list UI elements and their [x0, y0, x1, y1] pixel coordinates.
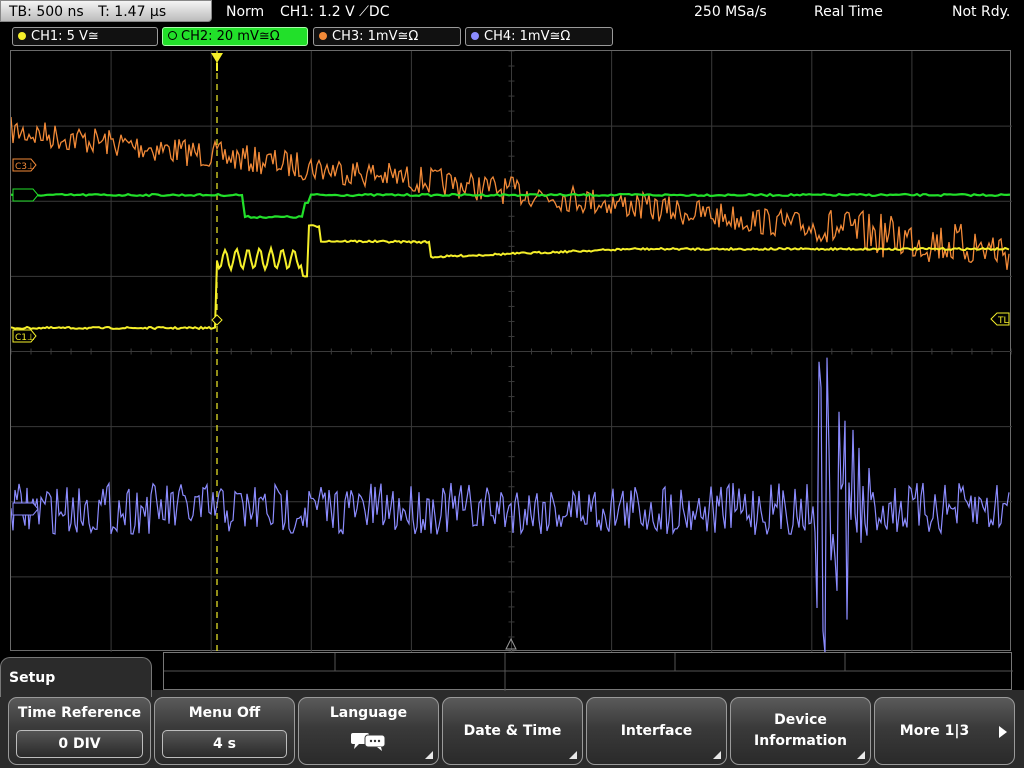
waveform-display[interactable]: C3⊥ C1⊥ TL: [10, 50, 1012, 652]
timebase-box[interactable]: TB: 500 ns T: 1.47 µs: [0, 0, 212, 22]
sample-rate: 250 MSa/s: [694, 4, 767, 20]
channel-label: CH1: 5 V≅: [31, 29, 99, 44]
time-reference-value: 0 DIV: [16, 730, 143, 758]
channel-tab-ch3[interactable]: CH3: 1mV≅Ω: [313, 27, 461, 46]
interface-button[interactable]: Interface: [586, 697, 727, 765]
menu-off-label: Menu Off: [188, 705, 261, 721]
channel-tab-ch2[interactable]: CH2: 20 mV≅Ω: [162, 27, 308, 46]
ch4-trace: [11, 357, 1010, 652]
status-bar: TB: 500 ns T: 1.47 µs Norm CH1: 1.2 V ⟋D…: [0, 0, 1024, 26]
trigger-mode[interactable]: Norm: [226, 2, 264, 22]
menu-title: Setup: [0, 657, 152, 697]
svg-text:C3⊥: C3⊥: [15, 162, 35, 172]
menu-off-value: 4 s: [162, 730, 287, 758]
channel-tab-ch1[interactable]: CH1: 5 V≅: [12, 27, 158, 46]
ch3-color-icon: [319, 32, 327, 40]
more-button[interactable]: More 1|3: [874, 697, 1015, 765]
speech-bubble-icon: [351, 733, 386, 751]
time-reference-label: Time Reference: [17, 705, 142, 721]
info-panel: [163, 652, 1013, 691]
waveform-canvas: C3⊥ C1⊥ TL: [11, 51, 1012, 652]
submenu-indicator-icon: [713, 751, 721, 759]
menu-off-button[interactable]: Menu Off 4 s: [154, 697, 295, 765]
trigger-source[interactable]: CH1: 1.2 V ⟋DC: [280, 2, 389, 22]
svg-text:TL: TL: [997, 316, 1009, 326]
date-time-label: Date & Time: [463, 723, 562, 739]
ch4-color-icon: [471, 32, 479, 40]
submenu-indicator-icon: [569, 751, 577, 759]
trigger-time-value: T: 1.47 µs: [98, 4, 167, 20]
time-reference-button[interactable]: Time Reference 0 DIV: [8, 697, 151, 765]
svg-text:C1⊥: C1⊥: [15, 333, 35, 343]
channel-label: CH3: 1mV≅Ω: [332, 29, 419, 44]
device-information-label-line2: Information: [754, 733, 847, 749]
more-label: More 1|3: [899, 723, 970, 739]
interface-label: Interface: [620, 723, 693, 739]
ch1-trace: [11, 224, 1010, 331]
ch2-color-icon: [168, 31, 177, 40]
trigger-level-marker[interactable]: TL: [990, 312, 1010, 326]
channel-label: CH2: 20 mV≅Ω: [181, 29, 280, 44]
next-page-icon: [999, 726, 1007, 738]
info-panel-divider: [164, 653, 1013, 691]
acquisition-mode[interactable]: Real Time: [814, 2, 883, 22]
timebase-value: TB: 500 ns: [9, 4, 84, 20]
ch4-reference-marker[interactable]: [12, 502, 39, 516]
date-time-button[interactable]: Date & Time: [442, 697, 583, 765]
channel-tab-ch4[interactable]: CH4: 1mV≅Ω: [465, 27, 613, 46]
language-button[interactable]: Language: [298, 697, 439, 765]
ch2-reference-marker[interactable]: [12, 188, 39, 202]
submenu-indicator-icon: [857, 751, 865, 759]
ch3-reference-marker[interactable]: C3⊥: [12, 158, 37, 172]
acquisition-state: Not Rdy.: [952, 4, 1011, 20]
submenu-indicator-icon: [425, 751, 433, 759]
graticule: [11, 51, 1012, 652]
ch1-color-icon: [18, 32, 26, 40]
language-label: Language: [329, 705, 408, 721]
device-information-button[interactable]: Device Information: [730, 697, 871, 765]
trigger-point-marker: [211, 314, 223, 326]
channel-label: CH4: 1mV≅Ω: [484, 29, 571, 44]
device-information-label-line1: Device: [774, 712, 827, 728]
menu-title-label: Setup: [9, 670, 56, 686]
ch1-reference-marker[interactable]: C1⊥: [12, 329, 37, 343]
